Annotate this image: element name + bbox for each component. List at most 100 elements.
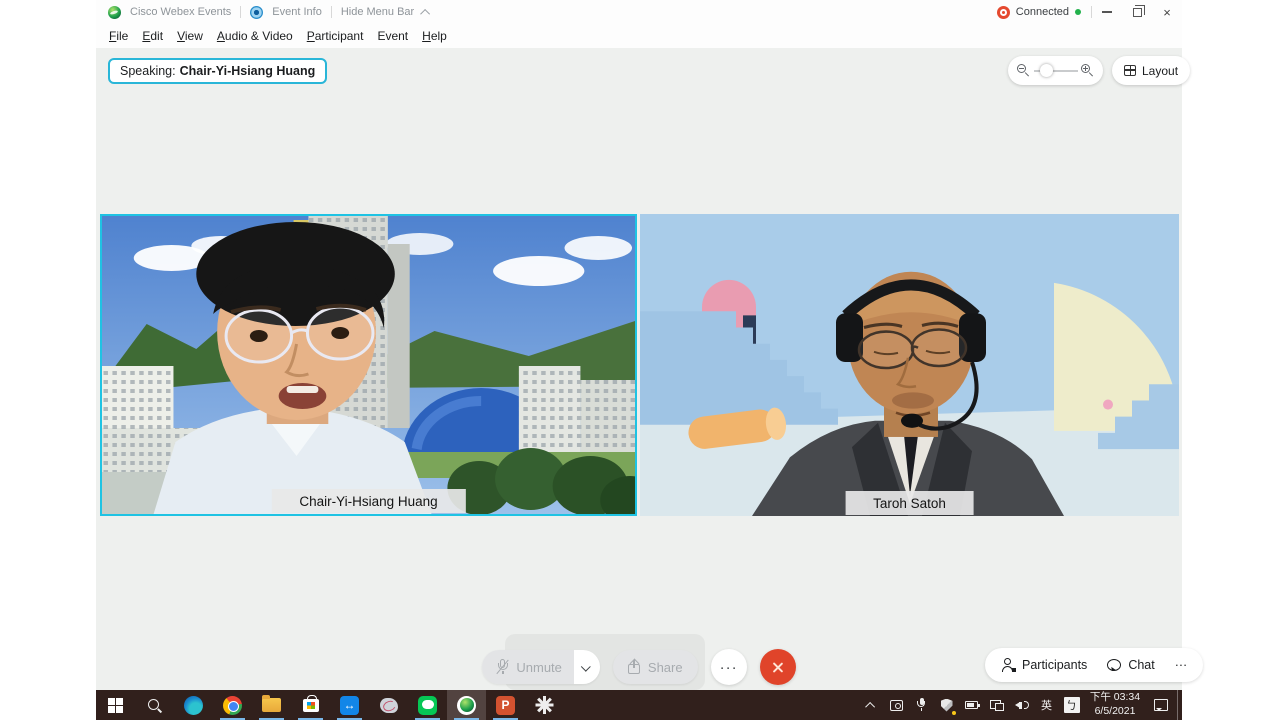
chevron-down-icon bbox=[581, 661, 591, 671]
clock-date: 6/5/2021 bbox=[1084, 705, 1146, 719]
maximize-button[interactable] bbox=[1122, 0, 1152, 24]
powerpoint-icon: P bbox=[496, 696, 515, 715]
participant-name-tag: Taroh Satoh bbox=[845, 491, 974, 515]
speaker-icon bbox=[1015, 699, 1028, 711]
chevron-up-icon[interactable] bbox=[420, 8, 430, 18]
hide-menu-bar-link[interactable]: Hide Menu Bar bbox=[341, 6, 414, 18]
start-button[interactable] bbox=[96, 690, 135, 720]
taskbar-webex-active[interactable] bbox=[447, 690, 486, 720]
chat-label: Chat bbox=[1128, 658, 1154, 672]
zoom-slider-knob[interactable] bbox=[1040, 64, 1053, 77]
shield-icon bbox=[941, 699, 953, 712]
action-center-button[interactable] bbox=[1148, 690, 1173, 720]
connection-status-icon bbox=[997, 6, 1010, 19]
more-icon: ··· bbox=[720, 659, 738, 676]
layout-button-label: Layout bbox=[1142, 64, 1178, 78]
taskbar-teamviewer[interactable]: ↔ bbox=[330, 690, 369, 720]
layout-grid-icon bbox=[1124, 65, 1136, 76]
titlebar: Cisco Webex Events Event Info Hide Menu … bbox=[96, 0, 1182, 24]
system-tray: 英 ㄅ 下午 03:34 6/5/2021 bbox=[859, 690, 1182, 720]
webex-logo-icon bbox=[108, 6, 121, 19]
chrome-icon bbox=[223, 696, 242, 715]
taskbar-line[interactable] bbox=[408, 690, 447, 720]
taskbar-edge[interactable] bbox=[174, 690, 213, 720]
ime-mode-icon: ㄅ bbox=[1064, 697, 1080, 713]
menubar: File Edit View Audio & Video Participant… bbox=[96, 24, 1182, 48]
participants-button[interactable]: Participants bbox=[991, 648, 1097, 682]
event-info-link[interactable]: Event Info bbox=[272, 6, 322, 18]
unmute-button[interactable]: Unmute bbox=[482, 650, 574, 684]
more-panels-button[interactable]: ··· bbox=[1165, 648, 1198, 682]
menu-help[interactable]: Help bbox=[415, 25, 454, 47]
layout-button[interactable]: Layout bbox=[1112, 56, 1190, 85]
app-title: Cisco Webex Events bbox=[130, 6, 231, 18]
taskbar-file-explorer[interactable] bbox=[252, 690, 291, 720]
battery-icon bbox=[965, 701, 978, 709]
speaking-prefix: Speaking: bbox=[120, 64, 176, 78]
brain-app-icon bbox=[380, 698, 398, 713]
participants-label: Participants bbox=[1022, 658, 1087, 672]
mic-muted-icon bbox=[496, 659, 509, 675]
separator bbox=[331, 6, 332, 18]
panel-buttons: Participants Chat ··· bbox=[985, 648, 1203, 682]
more-options-button[interactable]: ··· bbox=[711, 649, 747, 685]
video-grid: Chair-Yi-Hsiang Huang bbox=[96, 214, 1182, 516]
menu-event[interactable]: Event bbox=[370, 25, 415, 47]
connected-dot bbox=[1075, 9, 1081, 15]
warning-badge bbox=[951, 710, 957, 716]
chat-button[interactable]: Chat bbox=[1097, 648, 1164, 682]
video-tile-active-speaker[interactable]: Chair-Yi-Hsiang Huang bbox=[100, 214, 637, 516]
folder-icon bbox=[262, 698, 281, 712]
tray-network[interactable] bbox=[984, 690, 1009, 720]
menu-view[interactable]: View bbox=[170, 25, 210, 47]
taskbar-settings[interactable] bbox=[525, 690, 564, 720]
unmute-split-button: Unmute bbox=[482, 650, 600, 684]
tray-defender[interactable] bbox=[934, 690, 959, 720]
tray-ime-language[interactable]: 英 bbox=[1034, 690, 1059, 720]
tray-ime-mode[interactable]: ㄅ bbox=[1059, 690, 1084, 720]
share-label: Share bbox=[648, 660, 683, 675]
minimize-button[interactable] bbox=[1092, 0, 1122, 24]
taskbar-ms-store[interactable] bbox=[291, 690, 330, 720]
zoom-slider[interactable] bbox=[1034, 64, 1078, 77]
zoom-control bbox=[1008, 56, 1103, 85]
tray-overflow-button[interactable] bbox=[859, 690, 884, 720]
teamviewer-icon: ↔ bbox=[340, 696, 359, 715]
ime-language-label: 英 bbox=[1041, 697, 1052, 713]
tray-battery[interactable] bbox=[959, 690, 984, 720]
tray-microphone[interactable] bbox=[909, 690, 934, 720]
tray-volume[interactable] bbox=[1009, 690, 1034, 720]
video-tile-remote[interactable]: Taroh Satoh bbox=[640, 214, 1179, 516]
notification-icon bbox=[1154, 699, 1168, 711]
speaking-indicator: Speaking: Chair-Yi-Hsiang Huang bbox=[108, 58, 327, 84]
close-icon bbox=[771, 661, 784, 674]
meeting-content: Speaking: Chair-Yi-Hsiang Huang Layout bbox=[96, 48, 1182, 690]
zoom-in-icon[interactable] bbox=[1081, 64, 1094, 77]
show-desktop-button[interactable] bbox=[1177, 690, 1182, 720]
leave-meeting-button[interactable] bbox=[760, 649, 796, 685]
more-icon: ··· bbox=[1175, 658, 1188, 672]
zoom-out-icon[interactable] bbox=[1017, 64, 1030, 77]
taskbar-search-button[interactable] bbox=[135, 690, 174, 720]
taskbar-app[interactable] bbox=[369, 690, 408, 720]
edge-icon bbox=[184, 696, 203, 715]
close-button[interactable]: × bbox=[1152, 0, 1182, 24]
share-button[interactable]: Share bbox=[613, 650, 698, 684]
gear-icon bbox=[536, 697, 553, 714]
network-icon bbox=[990, 700, 1004, 711]
event-info-icon[interactable] bbox=[250, 6, 263, 19]
webex-window: Cisco Webex Events Event Info Hide Menu … bbox=[96, 0, 1182, 720]
menu-file[interactable]: File bbox=[102, 25, 135, 47]
menu-audio-video[interactable]: Audio & Video bbox=[210, 25, 300, 47]
search-icon bbox=[147, 698, 162, 713]
taskbar-powerpoint[interactable]: P bbox=[486, 690, 525, 720]
share-icon bbox=[628, 660, 641, 674]
menu-edit[interactable]: Edit bbox=[135, 25, 170, 47]
tray-device-icon[interactable] bbox=[884, 690, 909, 720]
menu-participant[interactable]: Participant bbox=[300, 25, 371, 47]
participant-video bbox=[640, 214, 1179, 516]
taskbar-clock[interactable]: 下午 03:34 6/5/2021 bbox=[1084, 691, 1148, 718]
audio-options-button[interactable] bbox=[574, 650, 600, 684]
windows-logo-icon bbox=[108, 698, 123, 713]
taskbar-chrome[interactable] bbox=[213, 690, 252, 720]
